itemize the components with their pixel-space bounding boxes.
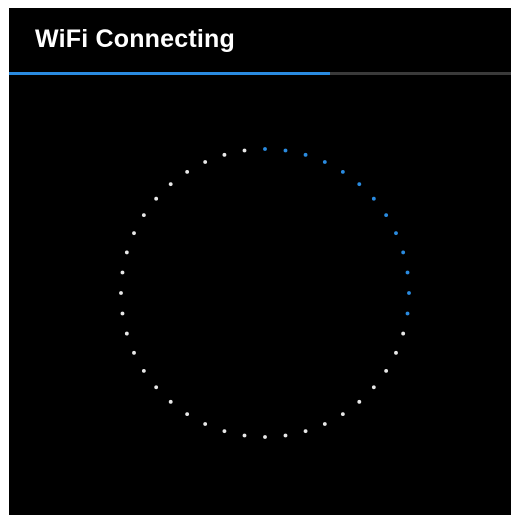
spinner-dot [141, 213, 146, 218]
spinner-dot [154, 385, 159, 390]
spinner-dot [340, 412, 345, 417]
spinner-dot [154, 196, 159, 201]
spinner-dot [394, 350, 398, 355]
spinner-dot [124, 250, 129, 255]
wifi-connecting-screen: WiFi Connecting [9, 8, 511, 515]
spinner-dot [263, 435, 267, 439]
spinner-dot-active [283, 148, 288, 153]
spinner-dot [120, 311, 125, 316]
spinner-dot-active [263, 147, 267, 151]
spinner-dot-active [303, 152, 308, 157]
spinner-dot-active [405, 270, 410, 275]
spinner-dot [357, 399, 362, 404]
spinner-dot [242, 148, 247, 153]
spinner-dot [384, 368, 389, 373]
spinner-dot [401, 331, 406, 336]
spinner-dot [203, 160, 208, 164]
spinner-dot-active [357, 182, 362, 187]
spinner-dot-active [340, 169, 345, 174]
loading-spinner [119, 147, 411, 439]
spinner-dot [222, 429, 227, 434]
spinner-dot-active [384, 213, 389, 218]
spinner-dot [371, 385, 376, 390]
spinner-dot [132, 231, 136, 236]
spinner-dot [185, 169, 190, 174]
spinner-dot [242, 433, 247, 438]
spinner-dot [322, 422, 327, 426]
spinner-dot [119, 291, 123, 295]
spinner-dot-active [407, 291, 411, 295]
spinner-dot [283, 433, 288, 438]
spinner-dot [132, 350, 136, 355]
spinner-dot-active [394, 231, 398, 236]
spinner-dot-active [322, 160, 327, 164]
spinner-dot [120, 270, 125, 275]
spinner-dot [141, 368, 146, 373]
spinner-dot-active [371, 196, 376, 201]
spinner-dot [168, 182, 173, 187]
spinner-dot [222, 152, 227, 157]
spinner-dot [185, 412, 190, 417]
spinner-dot [303, 429, 308, 434]
spinner-dot [168, 399, 173, 404]
spinner-dot-active [401, 250, 406, 255]
spinner-dot [203, 422, 208, 426]
spinner-dot [124, 331, 129, 336]
spinner-dot-active [405, 311, 410, 316]
